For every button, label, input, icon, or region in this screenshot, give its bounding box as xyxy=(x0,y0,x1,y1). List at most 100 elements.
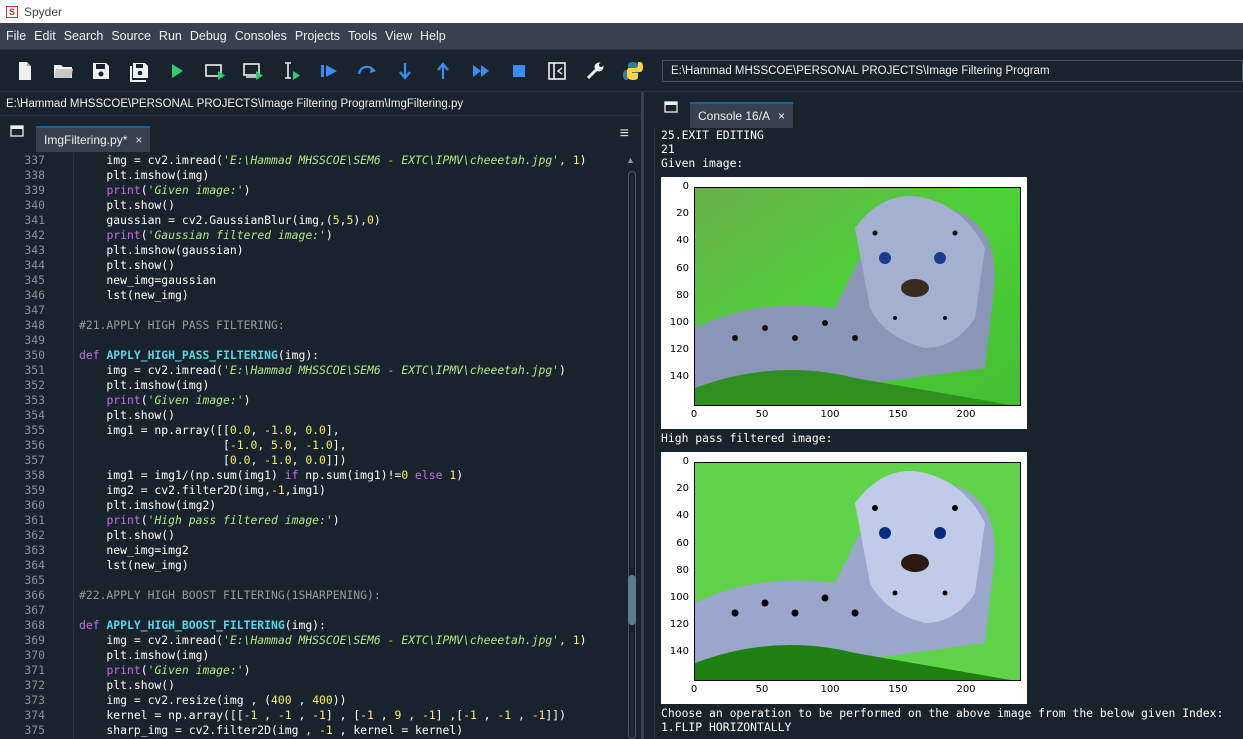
code-line: img1 = np.array([[0.0, -1.0, 0.0], xyxy=(79,423,340,437)
open-file-button[interactable] xyxy=(44,54,82,88)
x-tick-label: 200 xyxy=(956,409,976,420)
code-area[interactable]: img = cv2.imread('E:\Hammad MHSSCOE\SEM6… xyxy=(79,153,621,739)
menu-run[interactable]: Run xyxy=(155,29,186,43)
y-tick-label: 0 xyxy=(682,456,689,467)
browse-consoles-icon[interactable] xyxy=(664,100,678,118)
y-tick-label: 140 xyxy=(669,371,689,383)
step-button[interactable] xyxy=(348,54,386,88)
stop-icon xyxy=(513,64,525,77)
code-line: new_img=img2 xyxy=(79,543,189,557)
line-number: 353 xyxy=(24,393,45,407)
line-number: 338 xyxy=(24,168,45,182)
menu-consoles[interactable]: Consoles xyxy=(231,29,291,43)
code-line: lst(new_img) xyxy=(79,558,189,572)
y-tick-label: 60 xyxy=(676,262,689,274)
run-selection-button[interactable] xyxy=(272,54,310,88)
y-tick-label: 20 xyxy=(676,208,689,220)
menu-tools[interactable]: Tools xyxy=(344,29,381,43)
code-line: [-1.0, 5.0, -1.0], xyxy=(79,438,347,452)
debug-button[interactable] xyxy=(310,54,348,88)
code-line: lst(new_img) xyxy=(79,288,189,302)
menu-bar: File Edit Search Source Run Debug Consol… xyxy=(0,23,1243,50)
stop-button[interactable] xyxy=(500,54,538,88)
code-line: img2 = cv2.filter2D(img,-1,img1) xyxy=(79,483,326,497)
save-all-button[interactable] xyxy=(120,54,158,88)
line-number: 359 xyxy=(24,483,45,497)
line-number: 348 xyxy=(24,318,45,332)
line-number: 349 xyxy=(24,333,45,347)
run-cell-advance-icon xyxy=(243,62,263,80)
code-line: print('Given image:') xyxy=(106,183,251,197)
line-number: 370 xyxy=(24,648,45,662)
browse-tabs-icon[interactable] xyxy=(10,124,24,142)
scroll-up-icon[interactable]: ▲ xyxy=(626,155,635,165)
run-button[interactable] xyxy=(158,54,196,88)
menu-source[interactable]: Source xyxy=(107,29,155,43)
close-icon[interactable]: × xyxy=(778,109,785,123)
save-all-icon xyxy=(130,62,148,82)
y-tick-label: 40 xyxy=(676,510,689,522)
code-line: print('High pass filtered image:') xyxy=(106,513,340,527)
line-number: 346 xyxy=(24,288,45,302)
console-pane: Console 16/A × 25.EXIT EDITING 21 Given … xyxy=(644,92,1243,739)
y-tick-label: 140 xyxy=(669,646,689,658)
new-file-button[interactable] xyxy=(6,54,44,88)
line-number: 361 xyxy=(24,513,45,527)
python-path-button[interactable] xyxy=(614,54,652,88)
window-titlebar: S Spyder xyxy=(0,0,1243,23)
line-number: 343 xyxy=(24,243,45,257)
menu-file[interactable]: File xyxy=(2,29,30,43)
tab-imgfiltering[interactable]: ImgFiltering.py* × xyxy=(36,126,151,152)
console-line: Choose an operation to be performed on t… xyxy=(661,706,1224,720)
menu-projects[interactable]: Projects xyxy=(291,29,344,43)
line-number: 363 xyxy=(24,543,45,557)
line-number: 367 xyxy=(24,603,45,617)
run-cell-button[interactable] xyxy=(196,54,234,88)
tab-console[interactable]: Console 16/A × xyxy=(690,102,794,128)
console-line: High pass filtered image: xyxy=(661,431,833,445)
y-tick-label: 80 xyxy=(676,289,689,301)
y-tick-label: 120 xyxy=(669,344,689,356)
options-menu-icon[interactable]: ≡ xyxy=(620,125,629,143)
menu-help[interactable]: Help xyxy=(416,29,450,43)
line-number: 345 xyxy=(24,273,45,287)
code-line: def APPLY_HIGH_PASS_FILTERING(img): xyxy=(79,348,320,362)
ipython-console[interactable]: 25.EXIT EDITING 21 Given image: 0 20 40 … xyxy=(654,128,1243,739)
editor-scrollbar[interactable]: ▲ xyxy=(625,155,637,739)
console-tab-label: Console 16/A xyxy=(698,109,771,123)
line-number: 337 xyxy=(24,153,45,167)
preferences-button[interactable] xyxy=(576,54,614,88)
menu-view[interactable]: View xyxy=(381,29,416,43)
close-icon[interactable]: × xyxy=(135,133,142,147)
x-tick-label: 100 xyxy=(820,409,840,420)
line-number: 356 xyxy=(24,438,45,452)
working-directory-field[interactable]: E:\Hammad MHSSCOE\PERSONAL PROJECTS\Imag… xyxy=(662,59,1243,82)
code-line: plt.imshow(img2) xyxy=(79,498,217,512)
code-line: plt.show() xyxy=(79,408,176,422)
plot-given-image: 0 20 40 60 80 100 120 140 0 50 100 150 200 xyxy=(661,177,1027,429)
x-tick-label: 150 xyxy=(888,684,908,695)
scroll-thumb[interactable] xyxy=(628,575,636,625)
menu-search[interactable]: Search xyxy=(60,29,108,43)
maximize-pane-button[interactable] xyxy=(538,54,576,88)
editor-pane: E:\Hammad MHSSCOE\PERSONAL PROJECTS\Imag… xyxy=(0,92,644,739)
menu-edit[interactable]: Edit xyxy=(30,29,60,43)
continue-button[interactable] xyxy=(462,54,500,88)
code-line: new_img=gaussian xyxy=(79,273,217,287)
console-line: 25.EXIT EDITING xyxy=(661,128,764,142)
line-number: 340 xyxy=(24,198,45,212)
code-line: img = cv2.imread('E:\Hammad MHSSCOE\SEM6… xyxy=(79,153,587,167)
main-toolbar: E:\Hammad MHSSCOE\PERSONAL PROJECTS\Imag… xyxy=(0,50,1243,92)
code-editor[interactable]: 337 338 339 340 341 342 343 344 345 346 347 348 349 3… xyxy=(0,153,641,739)
menu-debug[interactable]: Debug xyxy=(186,29,231,43)
save-button[interactable] xyxy=(82,54,120,88)
scroll-track[interactable] xyxy=(628,171,636,739)
step-return-button[interactable] xyxy=(424,54,462,88)
line-number: 364 xyxy=(24,558,45,572)
run-cell-advance-button[interactable] xyxy=(234,54,272,88)
step-into-button[interactable] xyxy=(386,54,424,88)
console-line: 1.FLIP HORIZONTALLY xyxy=(661,720,792,734)
x-tick-label: 100 xyxy=(820,684,840,695)
